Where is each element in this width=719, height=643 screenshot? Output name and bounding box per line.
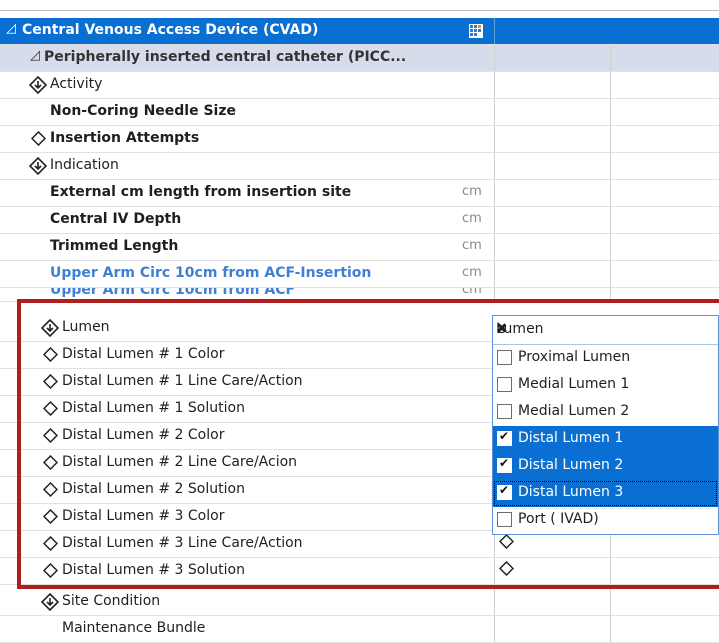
flowsheet-grid: ◿ Central Venous Access Device (CVAD) ◿ … [0,0,719,643]
option-distal-lumen-3[interactable]: Distal Lumen 3 [493,480,718,507]
option-distal-lumen-1[interactable]: Distal Lumen 1 [493,426,718,453]
row-label: Trimmed Length [50,238,179,254]
row-maintenance-bundle[interactable]: Maintenance Bundle [0,616,719,643]
diamond-icon [43,536,58,551]
required-diamond-icon [29,157,47,175]
row-insertion-attempts[interactable]: Insertion Attempts [0,126,719,153]
diamond-icon[interactable] [499,534,514,549]
option-medial-lumen-2[interactable]: Medial Lumen 2 [493,399,718,426]
checkbox-checked[interactable] [497,456,512,473]
row-label: Distal Lumen # 3 Line Care/Action [62,535,303,551]
checkbox[interactable] [497,350,512,365]
row-label: Upper Arm Circ 10cm from ACF [50,288,296,298]
row-activity[interactable]: Activity [0,72,719,99]
row-label: External cm length from insertion site [50,184,352,200]
checkbox-checked[interactable] [497,429,512,446]
diamond-icon[interactable] [499,561,514,576]
checkbox-checked[interactable] [497,483,512,500]
row-label: Distal Lumen # 3 Color [62,508,225,524]
row-label: Maintenance Bundle [62,620,206,636]
cvad-header-row[interactable]: ◿ Central Venous Access Device (CVAD) [0,18,719,45]
diamond-icon [43,563,58,578]
row-label: Distal Lumen # 1 Solution [62,400,245,416]
option-proximal-lumen[interactable]: Proximal Lumen [493,345,718,372]
row-external-cm[interactable]: External cm length from insertion site c… [0,180,719,207]
row-label: Distal Lumen # 2 Line Care/Acion [62,454,298,470]
row-non-coring-needle[interactable]: Non-Coring Needle Size [0,99,719,126]
option-label: Distal Lumen 1 [518,430,624,446]
unit-label: cm [462,238,482,253]
required-diamond-icon [41,593,59,611]
collapse-triangle-icon[interactable]: ◿ [6,21,16,36]
diamond-icon [43,455,58,470]
row-label: Distal Lumen # 3 Solution [62,562,245,578]
row-label: Distal Lumen # 2 Color [62,427,225,443]
row-distal3-solution[interactable]: Distal Lumen # 3 Solution [0,558,719,585]
option-label: Proximal Lumen [518,349,631,365]
required-diamond-icon [29,76,47,94]
row-label: Distal Lumen # 2 Solution [62,481,245,497]
row-label: Non-Coring Needle Size [50,103,236,119]
diamond-icon [43,428,58,443]
row-upper-arm-partial[interactable]: Upper Arm Circ 10cm from ACF cm [0,288,719,302]
popup-header: Lumen ✖ [493,316,718,345]
row-indication[interactable]: Indication [0,153,719,180]
cvad-header-label: Central Venous Access Device (CVAD) [22,22,319,38]
option-label: Medial Lumen 2 [518,403,630,419]
checkbox[interactable] [497,377,512,392]
picc-section-row[interactable]: ◿ Peripherally inserted central catheter… [0,45,719,72]
picc-section-label: Peripherally inserted central catheter (… [44,49,407,65]
option-distal-lumen-2[interactable]: Distal Lumen 2 [493,453,718,480]
diamond-icon [31,131,46,146]
option-port-ivad[interactable]: Port ( IVAD) [493,507,718,534]
diamond-icon [43,374,58,389]
top-strip [0,0,719,11]
lumen-popup[interactable]: Lumen ✖ Proximal Lumen Medial Lumen 1 Me… [492,315,719,535]
row-label: Activity [50,76,103,92]
row-label: Distal Lumen # 1 Line Care/Action [62,373,303,389]
close-icon[interactable]: ✖ [496,321,710,337]
row-label: Central IV Depth [50,211,182,227]
unit-label: cm [462,211,482,226]
option-label: Port ( IVAD) [518,511,599,527]
row-trimmed-length[interactable]: Trimmed Length cm [0,234,719,261]
diamond-icon [43,482,58,497]
checkbox[interactable] [497,404,512,419]
row-label: Lumen [62,319,110,335]
option-label: Medial Lumen 1 [518,376,630,392]
row-distal3-linecare[interactable]: Distal Lumen # 3 Line Care/Action [0,531,719,558]
option-medial-lumen-1[interactable]: Medial Lumen 1 [493,372,718,399]
collapse-triangle-icon[interactable]: ◿ [30,48,40,63]
row-label: Upper Arm Circ 10cm from ACF-Insertion [50,265,372,281]
row-label: Distal Lumen # 1 Color [62,346,225,362]
option-label: Distal Lumen 2 [518,457,624,473]
row-central-iv-depth[interactable]: Central IV Depth cm [0,207,719,234]
unit-label: cm [462,288,482,297]
row-site-condition[interactable]: Site Condition [0,589,719,616]
option-label: Distal Lumen 3 [518,484,624,500]
table-grid-icon[interactable] [469,24,483,38]
diamond-icon [43,347,58,362]
row-label: Indication [50,157,119,173]
required-diamond-icon [41,319,59,337]
row-label: Insertion Attempts [50,130,200,146]
row-label: Site Condition [62,593,161,609]
diamond-icon [43,509,58,524]
row-upper-arm-insertion[interactable]: Upper Arm Circ 10cm from ACF-Insertion c… [0,261,719,288]
checkbox[interactable] [497,512,512,527]
unit-label: cm [462,265,482,280]
unit-label: cm [462,184,482,199]
diamond-icon [43,401,58,416]
